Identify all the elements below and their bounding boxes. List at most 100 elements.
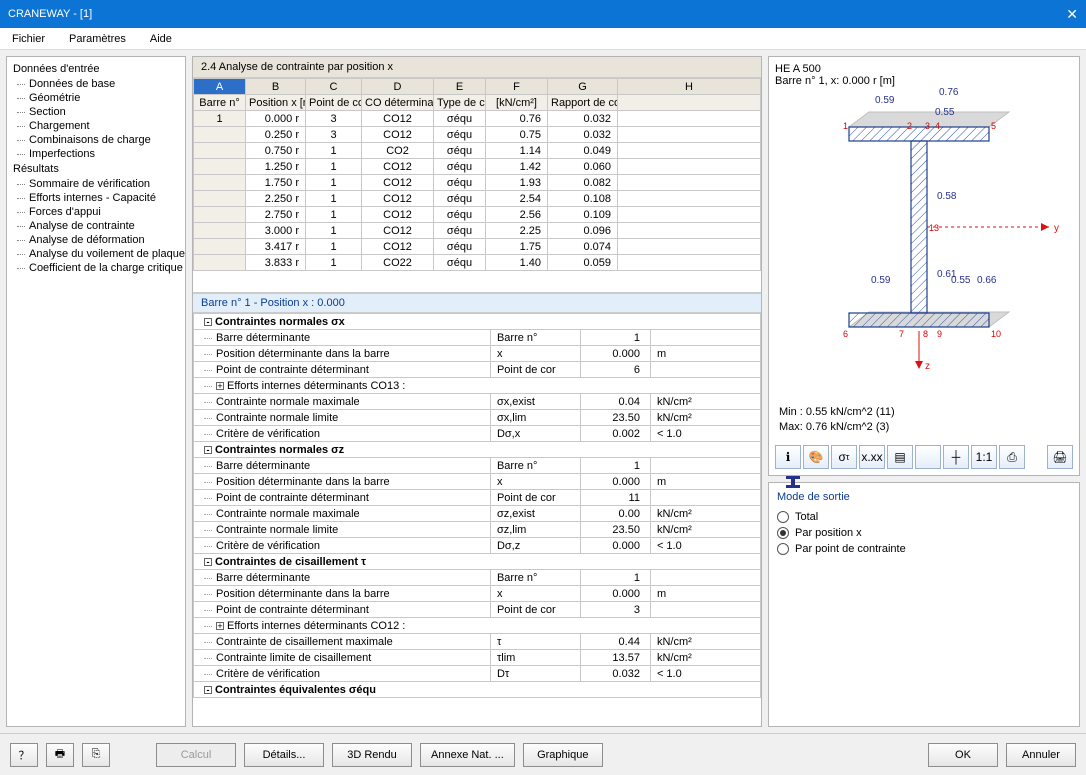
grid-cell[interactable]: 0.76 — [486, 111, 548, 127]
grid-cell[interactable]: CO12 — [362, 207, 434, 223]
col-header[interactable] — [618, 95, 761, 111]
grid-cell[interactable]: 1 — [306, 159, 362, 175]
nav-item[interactable]: Sommaire de vérification — [9, 177, 183, 191]
grid-cell[interactable] — [194, 159, 246, 175]
grid-cell[interactable]: 1 — [306, 175, 362, 191]
grid-cell[interactable]: CO2 — [362, 143, 434, 159]
grid-cell[interactable] — [618, 239, 761, 255]
grid-cell[interactable] — [194, 191, 246, 207]
dim-icon[interactable]: 1:1 — [971, 445, 997, 469]
mode-option[interactable]: Total — [777, 511, 1071, 523]
grid-cell[interactable]: 0.060 — [548, 159, 618, 175]
mode-option[interactable]: Par position x — [777, 527, 1071, 539]
grid-cell[interactable]: CO12 — [362, 239, 434, 255]
grid-cell[interactable]: CO12 — [362, 111, 434, 127]
col-header[interactable]: [kN/cm²] — [486, 95, 548, 111]
grid-cell[interactable]: 3.000 r — [246, 223, 306, 239]
grid-cell[interactable]: 0.032 — [548, 111, 618, 127]
col-header[interactable]: Position x [m] — [246, 95, 306, 111]
col-letter[interactable]: G — [548, 79, 618, 95]
grid-cell[interactable] — [618, 143, 761, 159]
grid-cell[interactable]: 0.000 r — [246, 111, 306, 127]
menu-help[interactable]: Aide — [144, 31, 178, 47]
grid-cell[interactable] — [194, 127, 246, 143]
grid-cell[interactable]: 0.250 r — [246, 127, 306, 143]
results-grid[interactable]: ABCDEFGH Barre n°Position x [m]Point de … — [193, 78, 761, 293]
nav-item[interactable]: Géométrie — [9, 91, 183, 105]
grid-cell[interactable]: 0.750 r — [246, 143, 306, 159]
grid-cell[interactable]: σéqu — [434, 127, 486, 143]
radio-icon[interactable] — [777, 527, 789, 539]
grid-cell[interactable]: σéqu — [434, 191, 486, 207]
detail-group[interactable]: -Contraintes de cisaillement τ — [194, 554, 761, 570]
grid-cell[interactable] — [618, 111, 761, 127]
col-letter[interactable]: E — [434, 79, 486, 95]
grid-cell[interactable] — [618, 127, 761, 143]
grid-cell[interactable]: CO12 — [362, 127, 434, 143]
grid-cell[interactable]: σéqu — [434, 111, 486, 127]
grid-cell[interactable]: 3 — [306, 111, 362, 127]
details-button[interactable]: Détails... — [244, 743, 324, 767]
grid-cell[interactable] — [194, 207, 246, 223]
grid-cell[interactable]: 1 — [306, 143, 362, 159]
grid-cell[interactable] — [618, 207, 761, 223]
nav-item[interactable]: Coefficient de la charge critique — [9, 261, 183, 275]
grid-cell[interactable]: 0.032 — [548, 127, 618, 143]
detail-group[interactable]: -Contraintes normales σz — [194, 442, 761, 458]
grid-cell[interactable]: 1.40 — [486, 255, 548, 271]
grid-cell[interactable]: σéqu — [434, 223, 486, 239]
grid-cell[interactable] — [194, 239, 246, 255]
export-button[interactable]: 🖶 — [46, 743, 74, 767]
col-letter[interactable]: B — [246, 79, 306, 95]
grid-cell[interactable] — [194, 255, 246, 271]
grid-cell[interactable] — [618, 191, 761, 207]
detail-group[interactable]: -Contraintes normales σx — [194, 314, 761, 330]
grid-cell[interactable]: 1.250 r — [246, 159, 306, 175]
nav-cat-input[interactable]: Données d'entrée — [9, 61, 183, 77]
grid-cell[interactable]: 1 — [306, 207, 362, 223]
col-header[interactable]: Type de contrai — [434, 95, 486, 111]
close-icon[interactable]: ✕ — [1066, 6, 1078, 23]
color-icon[interactable]: 🎨 — [803, 445, 829, 469]
nav-item[interactable]: Forces d'appui — [9, 205, 183, 219]
grid-cell[interactable]: 0.074 — [548, 239, 618, 255]
grid-cell[interactable]: 0.082 — [548, 175, 618, 191]
nav-panel[interactable]: Données d'entrée Données de baseGéométri… — [6, 56, 186, 727]
beam-icon[interactable] — [915, 445, 941, 469]
detail-group[interactable]: +Efforts internes déterminants CO13 : — [194, 378, 761, 394]
excel-button[interactable]: ⎘ — [82, 743, 110, 767]
nav-item[interactable]: Analyse de contrainte — [9, 219, 183, 233]
grid-cell[interactable]: 1 — [194, 111, 246, 127]
grid-cell[interactable]: 1 — [306, 239, 362, 255]
col-header[interactable]: Rapport de contraint — [548, 95, 618, 111]
detail-group[interactable]: +Efforts internes déterminants CO12 : — [194, 618, 761, 634]
nav-item[interactable]: Section — [9, 105, 183, 119]
grid-cell[interactable]: σéqu — [434, 255, 486, 271]
render3d-button[interactable]: 3D Rendu — [332, 743, 412, 767]
grid-cell[interactable]: 0.059 — [548, 255, 618, 271]
grid-cell[interactable]: CO12 — [362, 191, 434, 207]
col-letter[interactable]: F — [486, 79, 548, 95]
calc-button[interactable]: Calcul — [156, 743, 236, 767]
grid-cell[interactable]: CO12 — [362, 159, 434, 175]
grid-cell[interactable] — [194, 143, 246, 159]
grid-cell[interactable]: 0.109 — [548, 207, 618, 223]
col-letter[interactable]: A — [194, 79, 246, 95]
grid-cell[interactable]: 2.25 — [486, 223, 548, 239]
grid-cell[interactable]: 0.096 — [548, 223, 618, 239]
grid-cell[interactable]: 0.75 — [486, 127, 548, 143]
nav-item[interactable]: Analyse du voilement de plaque — [9, 247, 183, 261]
grid-cell[interactable]: σéqu — [434, 207, 486, 223]
mode-option[interactable]: Par point de contrainte — [777, 543, 1071, 555]
print-icon[interactable]: 🖨 — [1047, 445, 1073, 469]
col-letter[interactable]: D — [362, 79, 434, 95]
col-letter[interactable]: H — [618, 79, 761, 95]
grid-cell[interactable] — [618, 223, 761, 239]
nav-item[interactable]: Combinaisons de charge — [9, 133, 183, 147]
grid-cell[interactable] — [194, 175, 246, 191]
grid-cell[interactable]: 3.417 r — [246, 239, 306, 255]
menu-params[interactable]: Paramètres — [63, 31, 132, 47]
grid-cell[interactable]: 0.049 — [548, 143, 618, 159]
points-icon[interactable]: ⎙ — [999, 445, 1025, 469]
detail-area[interactable]: -Contraintes normales σxBarre déterminan… — [193, 313, 761, 726]
